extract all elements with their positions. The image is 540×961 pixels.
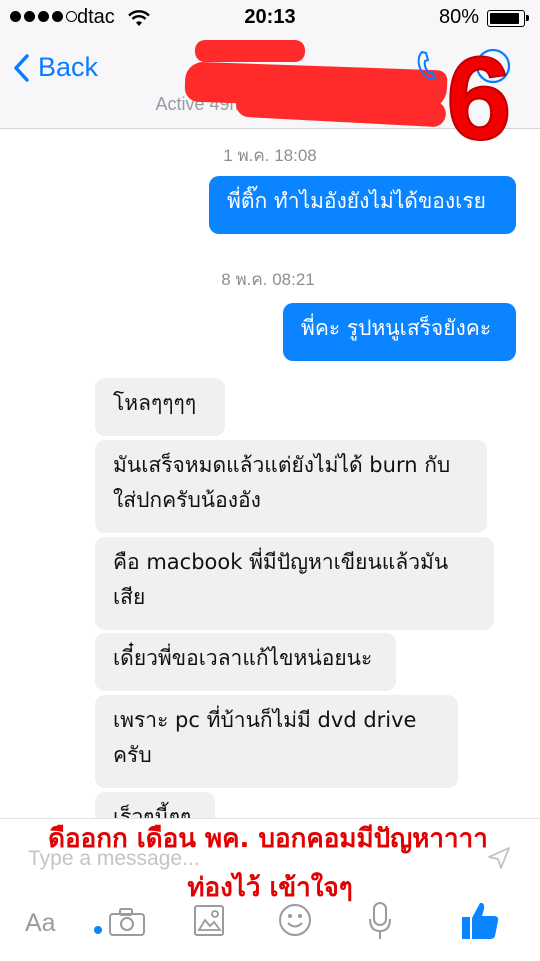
chevron-left-icon [14, 53, 29, 82]
timestamp: 1 พ.ค. 18:08 [223, 146, 317, 165]
outgoing-message[interactable]: พี่คะ รูปหนูเสร็จยังคะ [283, 303, 516, 361]
text-format-button[interactable]: Aa [25, 909, 56, 938]
incoming-message[interactable]: มันเสร็จหมดแล้วแต่ยังไม่ได้ burn กับ ใส่… [95, 440, 487, 533]
status-bar: dtac 20:13 80% [0, 0, 540, 36]
message-line: เพราะ pc ที่บ้านก็ไม่มี dvd drive [113, 708, 417, 732]
message-line: ครับ [113, 743, 152, 767]
phone-call-icon[interactable] [414, 48, 438, 86]
incoming-message[interactable]: เร็วๆนี้ๆๆ [95, 792, 215, 818]
back-button[interactable]: Back [12, 52, 98, 83]
camera-icon[interactable] [108, 907, 146, 941]
overlay-caption-line-2: ท่องไว้ เข้าใจๆ [187, 873, 353, 903]
timestamp: 8 พ.ค. 08:21 [221, 270, 315, 289]
name-redaction [195, 40, 305, 62]
battery-icon [487, 10, 529, 27]
message-line: ใส่ปกครับน้องอัง [113, 488, 261, 512]
incoming-message[interactable]: เดี๋ยวพี่ขอเวลาแก้ไขหน่อยนะ [95, 633, 396, 691]
incoming-message[interactable]: เพราะ pc ที่บ้านก็ไม่มี dvd drive ครับ [95, 695, 458, 788]
back-label: Back [38, 52, 99, 82]
composer-toolbar: Aa [0, 899, 540, 959]
incoming-message[interactable]: คือ macbook พี่มีปัญหาเขียนแล้วมัน เสีย [95, 537, 494, 630]
message-thread[interactable]: 1 พ.ค. 18:08 พี่ติ๊ก ทำไมอังยังไม่ได้ของ… [0, 128, 540, 818]
outgoing-message[interactable]: พี่ติ๊ก ทำไมอังยังไม่ได้ของเรย [209, 176, 516, 234]
overlay-caption-line-1: ดืออกก เดือน พค. บอกคอมมีปัญหาาาา [48, 824, 488, 854]
incoming-message[interactable]: โหลๆๆๆๆ [95, 378, 225, 436]
active-indicator-dot [94, 919, 102, 938]
message-line: เสีย [113, 585, 146, 609]
message-line: มันเสร็จหมดแล้วแต่ยังไม่ได้ burn กับ [113, 453, 451, 477]
emoji-icon[interactable] [278, 903, 312, 941]
gallery-icon[interactable] [193, 903, 225, 941]
message-line: คือ macbook พี่มีปัญหาเขียนแล้วมัน [113, 550, 449, 574]
battery-percent: 80% [439, 6, 480, 28]
conversation-header: Back Active 49m ago · Messenger 6 [0, 36, 540, 159]
